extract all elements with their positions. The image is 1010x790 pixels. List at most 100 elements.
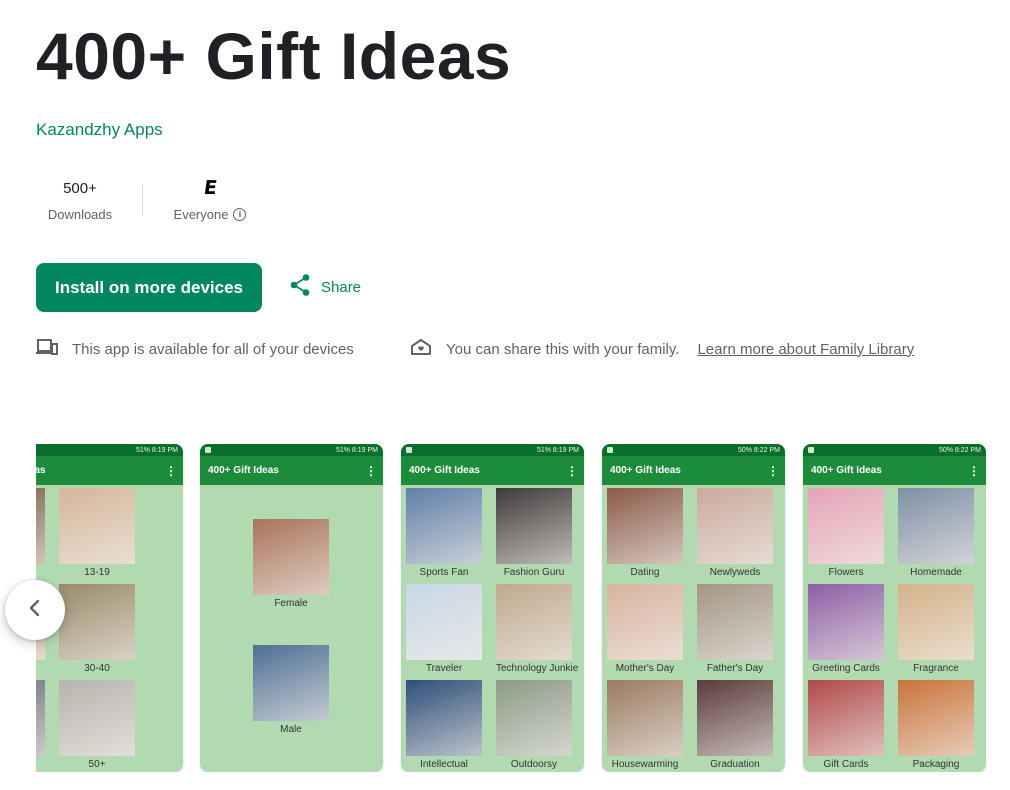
screenshot-2[interactable]: 51% 8:19 PM 400+ Gift Ideas ⋮ Female Male (200, 444, 383, 772)
developer-link[interactable]: Kazandzhy Apps (36, 120, 163, 140)
status-text: 51% 8:19 PM (335, 446, 378, 454)
category-tile: Dating (607, 488, 683, 578)
info-icon[interactable]: i (233, 208, 247, 221)
category-label: Traveler (425, 663, 463, 674)
status-text: 51% 8:19 PM (135, 446, 178, 454)
content-rating-label: Everyone (173, 207, 229, 222)
category-tile: Intellectual (406, 680, 482, 770)
overflow-menu-icon: ⋮ (165, 463, 177, 478)
install-button[interactable]: Install on more devices (36, 263, 262, 312)
category-tile: 50+ (59, 680, 135, 770)
status-bar: 50% 8:22 PM (602, 444, 785, 456)
category-tile: 40-50 (36, 680, 45, 770)
overflow-menu-icon: ⋮ (566, 463, 578, 478)
category-label: Female (274, 598, 308, 609)
family-library-link[interactable]: Learn more about Family Library (697, 341, 914, 358)
category-photo (36, 488, 45, 564)
category-photo (697, 584, 773, 660)
status-text: 50% 8:22 PM (938, 446, 981, 454)
family-note: You can share this with your family. Lea… (410, 338, 914, 360)
status-bar: 51% 8:19 PM (200, 444, 383, 456)
app-bar: 400+ Gift Ideas ⋮ (803, 456, 986, 485)
app-bar: 400+ Gift Ideas ⋮ (602, 456, 785, 485)
category-tile: Fragrance (898, 584, 974, 674)
category-label: 40-50 (36, 759, 45, 770)
app-title: 400+ Gift Ideas (36, 19, 512, 93)
screenshot-carousel[interactable]: 51% 8:19 PM Gift Ideas ⋮ 10-12 13-19 20-30… (36, 444, 986, 772)
status-bar: 50% 8:22 PM (803, 444, 986, 456)
category-label: 13-19 (84, 567, 110, 578)
overflow-menu-icon: ⋮ (365, 463, 377, 478)
category-tile: Father's Day (697, 584, 773, 674)
downloads-value: 500+ (63, 179, 97, 197)
category-label: 20-30 (36, 663, 45, 674)
category-photo (607, 680, 683, 756)
category-tile: Sports Fan (406, 488, 482, 578)
notification-icon (808, 447, 814, 453)
category-photo (59, 680, 135, 756)
overflow-menu-icon: ⋮ (767, 463, 779, 478)
screenshot-5[interactable]: 50% 8:22 PM 400+ Gift Ideas ⋮ Flowers Hom… (803, 444, 986, 772)
category-photo (808, 680, 884, 756)
category-photo (697, 680, 773, 756)
category-label: Newlyweds (709, 567, 761, 578)
category-tile: Homemade (898, 488, 974, 578)
category-label: Outdoorsy (510, 759, 558, 770)
category-photo (406, 584, 482, 660)
category-label: Graduation (710, 759, 760, 770)
category-tile: Greeting Cards (808, 584, 884, 674)
category-photo (406, 680, 482, 756)
category-photo (496, 488, 572, 564)
category-tile: Gift Cards (808, 680, 884, 770)
category-label: Father's Day (706, 663, 764, 674)
app-bar: Gift Ideas ⋮ (36, 456, 183, 485)
notification-icon (205, 447, 211, 453)
downloads-label: Downloads (47, 207, 113, 222)
stat-divider (142, 184, 143, 216)
app-bar-title: 400+ Gift Ideas (610, 465, 681, 476)
category-label: Mother's Day (615, 663, 675, 674)
app-bar: 400+ Gift Ideas ⋮ (401, 456, 584, 485)
category-photo (253, 519, 329, 595)
rating-e-symbol: E (201, 177, 219, 199)
category-label: Intellectual (420, 759, 468, 770)
category-label: Fashion Guru (503, 567, 565, 578)
category-photo (253, 645, 329, 721)
category-label: Male (280, 724, 302, 735)
content-rating-icon: E (201, 177, 219, 199)
category-photo (496, 680, 572, 756)
category-tile: 13-19 (59, 488, 135, 578)
category-label: Fragrance (913, 663, 959, 674)
category-photo (59, 584, 135, 660)
category-tile: Packaging (898, 680, 974, 770)
carousel-prev-button[interactable] (5, 580, 65, 640)
category-tile: Graduation (697, 680, 773, 770)
category-photo (36, 680, 45, 756)
notification-icon (406, 447, 412, 453)
category-tile: Technology Junkie (496, 584, 578, 674)
category-tile: Male (253, 645, 329, 735)
category-label: Homemade (910, 567, 962, 578)
share-button[interactable]: Share (289, 272, 361, 302)
category-label: Flowers (828, 567, 864, 578)
screenshot-3[interactable]: 51% 8:19 PM 400+ Gift Ideas ⋮ Sports Fan… (401, 444, 584, 772)
category-label: Greeting Cards (812, 663, 880, 674)
family-text: You can share this with your family. (446, 340, 680, 358)
category-tile: Fashion Guru (496, 488, 572, 578)
content-rating-stat: E Everyone i (165, 176, 255, 224)
category-tile: 10-12 (36, 488, 45, 578)
category-photo (496, 584, 572, 660)
devices-text: This app is available for all of your de… (72, 340, 354, 358)
category-label: Dating (630, 567, 660, 578)
devices-icon (36, 338, 58, 360)
category-tile: 30-40 (59, 584, 135, 674)
screenshot-4[interactable]: 50% 8:22 PM 400+ Gift Ideas ⋮ Dating Newl… (602, 444, 785, 772)
category-photo (898, 488, 974, 564)
category-label: Sports Fan (419, 567, 469, 578)
family-home-icon (410, 338, 432, 360)
category-label: 10-12 (36, 567, 45, 578)
status-text: 51% 8:19 PM (536, 446, 579, 454)
category-tile: Outdoorsy (496, 680, 572, 770)
category-label: 50+ (88, 759, 106, 770)
category-photo (406, 488, 482, 564)
